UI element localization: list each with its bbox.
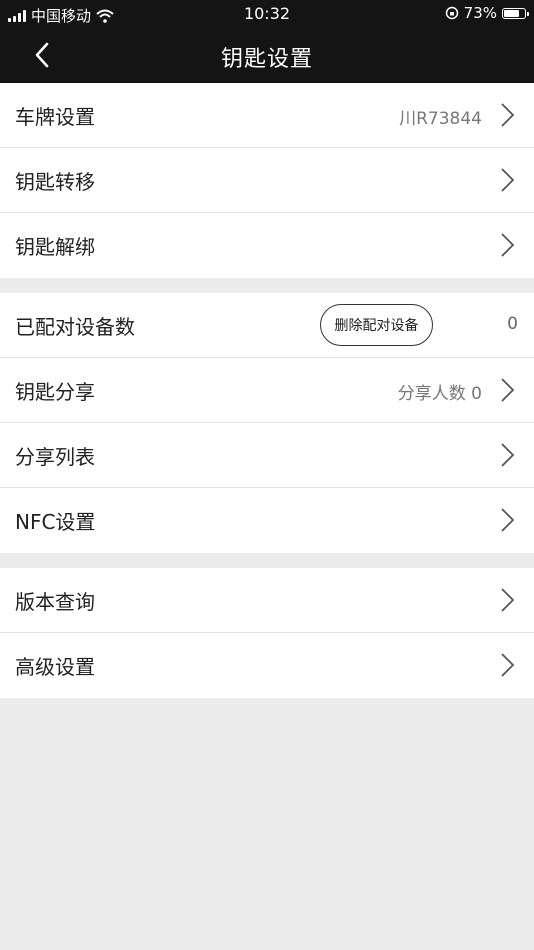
row-label: 分享列表 xyxy=(15,445,95,469)
status-right: 73% xyxy=(445,4,529,22)
section-divider xyxy=(0,278,534,293)
plate-number-value: 川R73844 xyxy=(399,109,482,129)
paired-device-count: 0 xyxy=(507,314,518,334)
chevron-right-icon xyxy=(501,233,515,257)
row-label: NFC设置 xyxy=(15,510,96,534)
delete-paired-devices-button[interactable]: 删除配对设备 xyxy=(320,304,433,346)
row-share-list[interactable]: 分享列表 xyxy=(0,423,534,488)
chevron-right-icon xyxy=(501,588,515,612)
row-plate-settings[interactable]: 车牌设置 川R73844 xyxy=(0,83,534,148)
rotation-lock-icon xyxy=(445,6,458,20)
row-key-unbind[interactable]: 钥匙解绑 xyxy=(0,213,534,278)
share-count-value: 分享人数 0 xyxy=(397,384,482,404)
chevron-right-icon xyxy=(501,103,515,127)
battery-percent: 73% xyxy=(463,4,497,22)
row-advanced-settings[interactable]: 高级设置 xyxy=(0,633,534,698)
page-title: 钥匙设置 xyxy=(220,47,313,72)
settings-group-system: 版本查询 高级设置 xyxy=(0,568,534,698)
row-label: 车牌设置 xyxy=(15,105,95,129)
chevron-right-icon xyxy=(501,168,515,192)
chevron-right-icon xyxy=(501,443,515,467)
row-version-query[interactable]: 版本查询 xyxy=(0,568,534,633)
row-paired-devices: 已配对设备数 删除配对设备 0 xyxy=(0,293,534,358)
row-label: 钥匙解绑 xyxy=(15,235,95,259)
status-bar: 中国移动 10:32 73% xyxy=(0,0,534,28)
row-label: 已配对设备数 xyxy=(15,315,135,339)
row-nfc-settings[interactable]: NFC设置 xyxy=(0,488,534,553)
chevron-right-icon xyxy=(501,508,515,532)
row-label: 钥匙分享 xyxy=(15,380,95,404)
chevron-right-icon xyxy=(501,653,515,677)
settings-group-vehicle: 车牌设置 川R73844 钥匙转移 钥匙解绑 xyxy=(0,83,534,278)
row-label: 钥匙转移 xyxy=(15,170,95,194)
row-key-share[interactable]: 钥匙分享 分享人数 0 xyxy=(0,358,534,423)
section-divider xyxy=(0,553,534,568)
row-key-transfer[interactable]: 钥匙转移 xyxy=(0,148,534,213)
row-label: 版本查询 xyxy=(15,590,95,614)
settings-group-devices: 已配对设备数 删除配对设备 0 钥匙分享 分享人数 0 分享列表 NFC设置 xyxy=(0,293,534,553)
row-label: 高级设置 xyxy=(15,655,95,679)
battery-icon xyxy=(502,7,529,19)
nav-bar: 钥匙设置 xyxy=(0,28,534,83)
chevron-right-icon xyxy=(501,378,515,402)
